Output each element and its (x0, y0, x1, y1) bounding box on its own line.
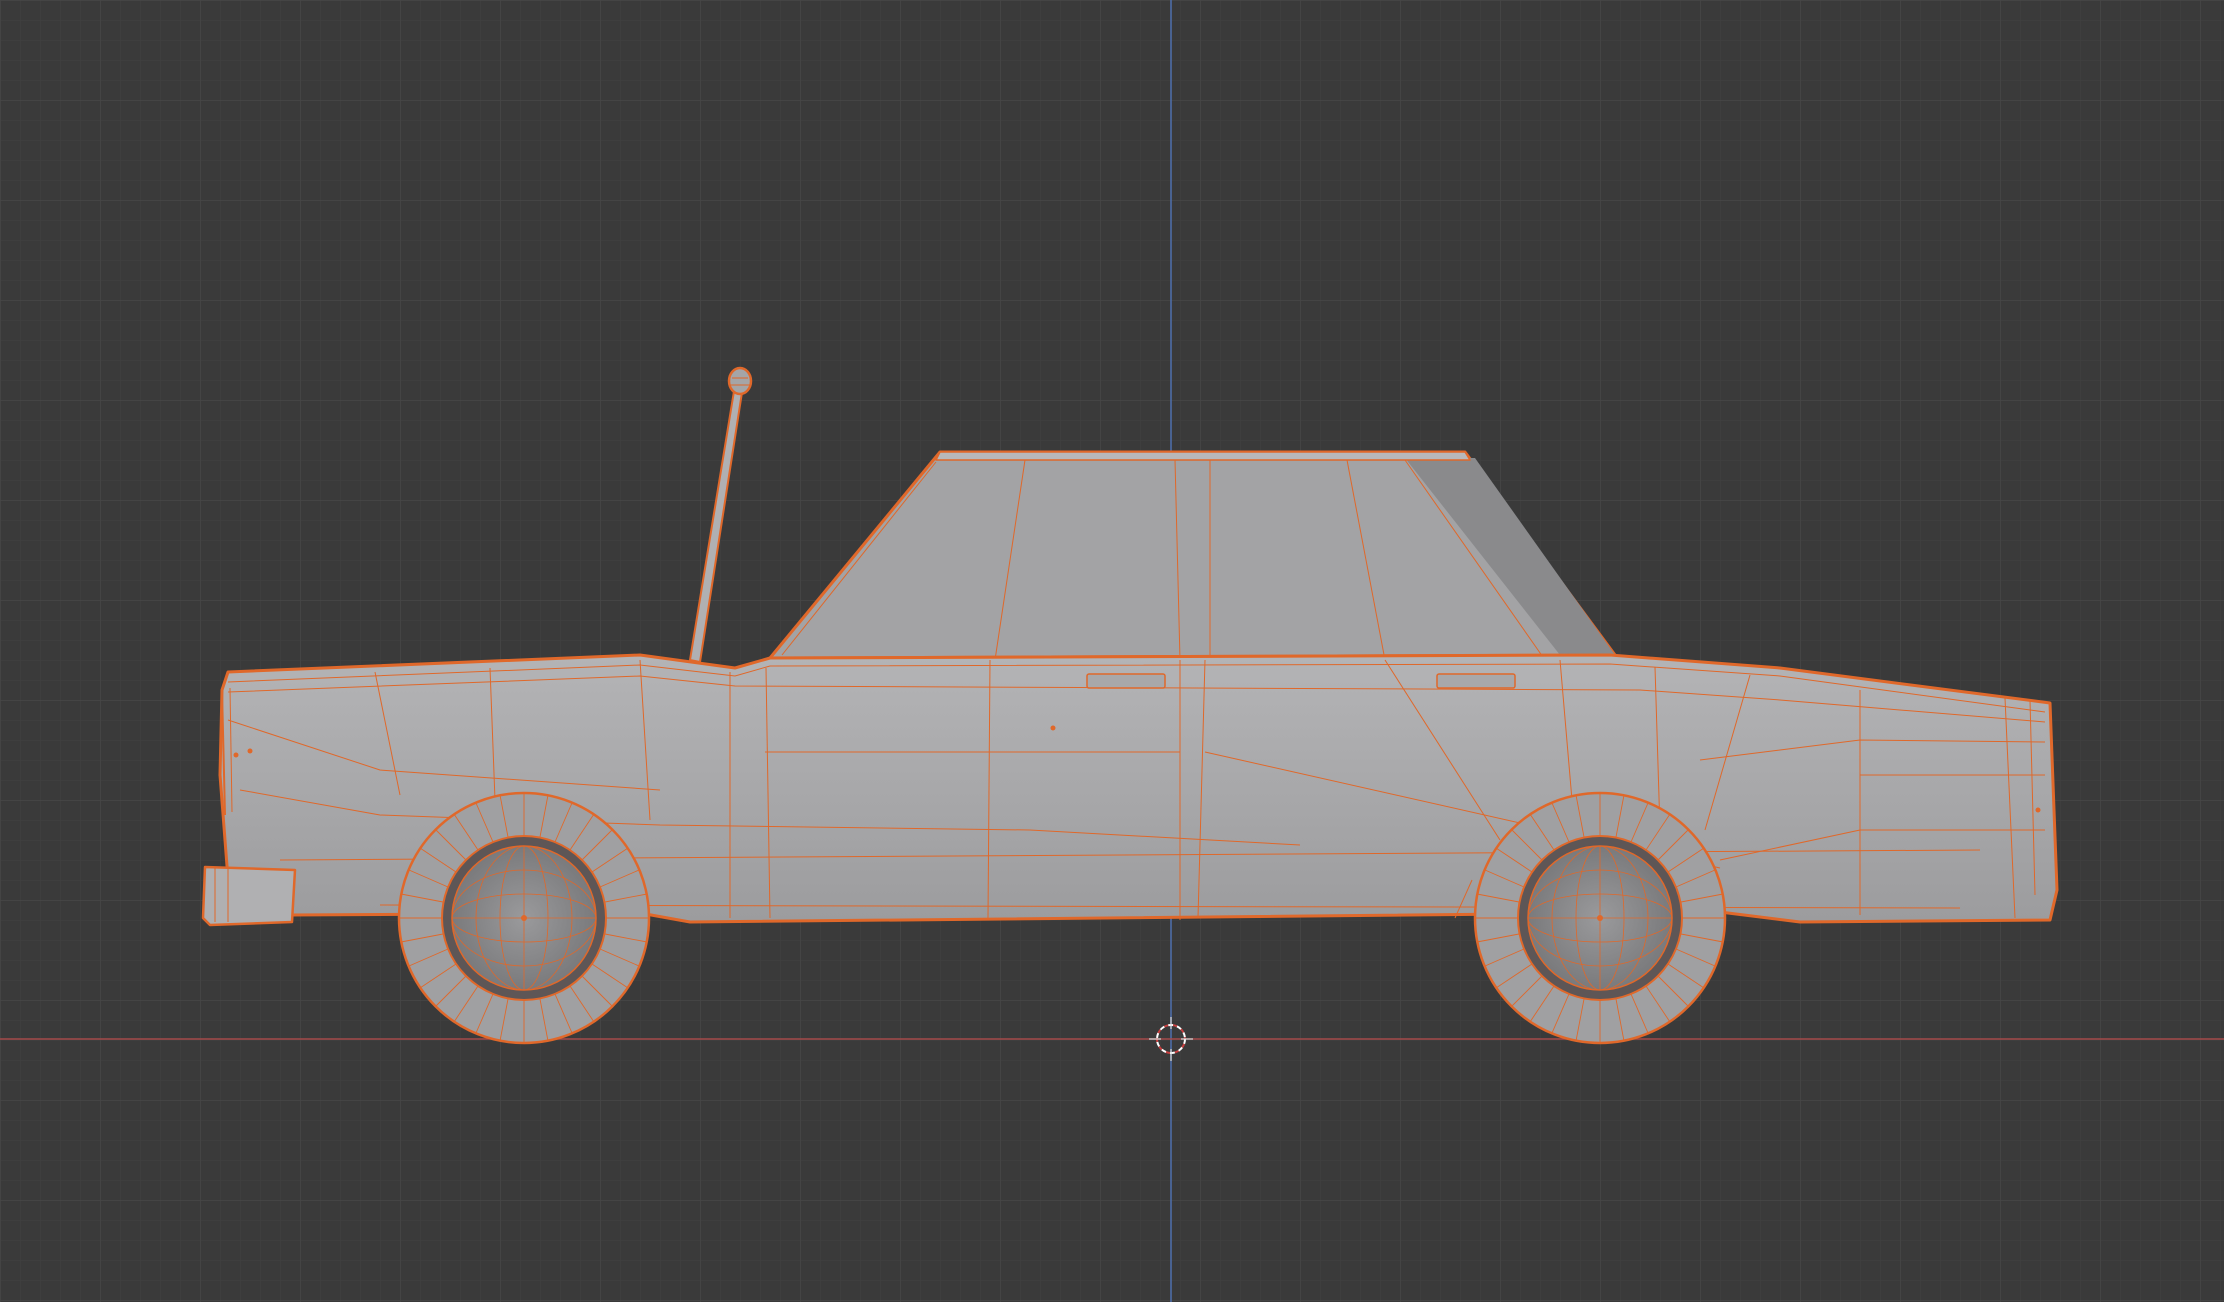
front-wheel[interactable] (397, 791, 651, 1045)
front-bumper[interactable] (201, 865, 297, 927)
3d-viewport[interactable] (0, 0, 2224, 1302)
door-handle-front[interactable] (1086, 673, 1166, 689)
door-handle-rear[interactable] (1436, 673, 1516, 689)
rear-wheel[interactable] (1473, 791, 1727, 1045)
